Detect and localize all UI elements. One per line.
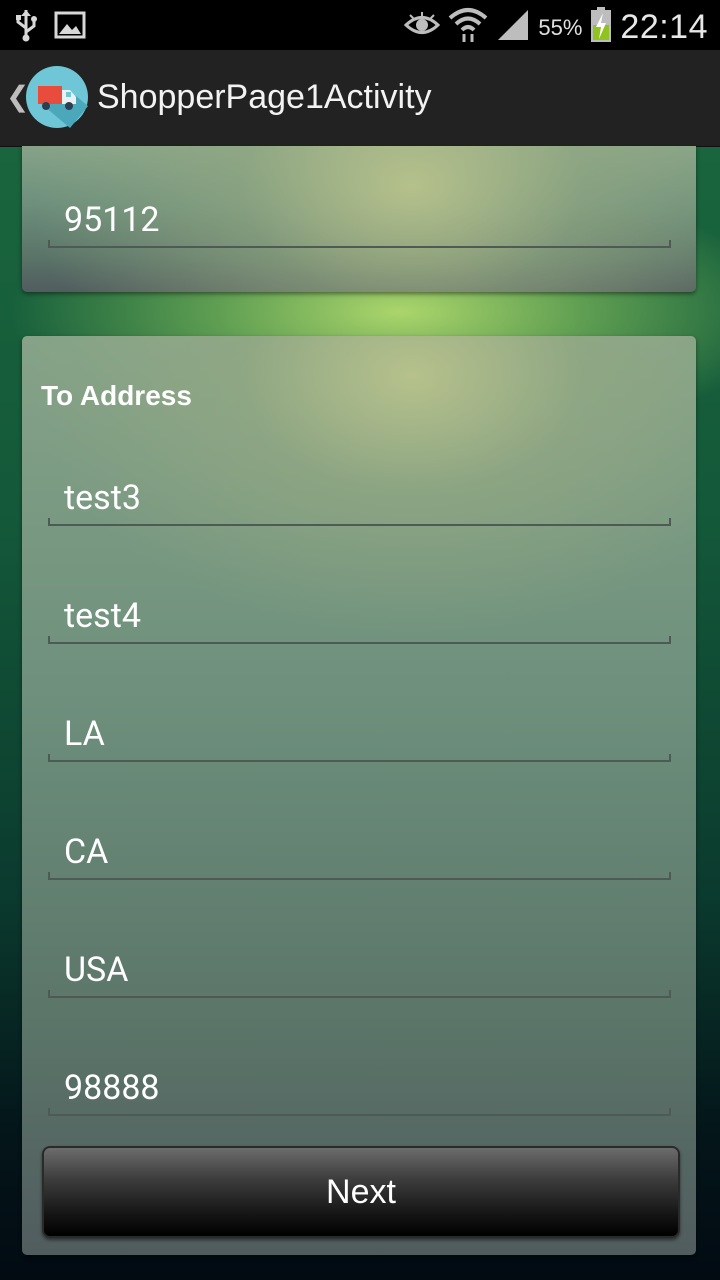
image-notification-icon [54,11,86,44]
action-bar: ❮ ShopperPage1Activity [0,50,720,147]
to-address-line2-field[interactable]: test4 [48,596,671,644]
to-zip-field[interactable]: 98888 [48,1068,671,1116]
zip-value: 95112 [64,200,160,240]
battery-charging-icon [590,7,612,48]
field-value: CA [64,832,109,872]
next-button[interactable]: Next [42,1146,680,1238]
next-button-label: Next [326,1172,396,1211]
field-value: test3 [64,478,141,518]
field-value: test4 [64,596,141,636]
wifi-icon [448,6,488,49]
from-address-card: 95112 [22,146,696,292]
field-value: 98888 [64,1068,160,1108]
delivery-truck-icon[interactable] [26,66,88,128]
to-country-field[interactable]: USA [48,950,671,998]
to-city-field[interactable]: LA [48,714,671,762]
zip-field[interactable]: 95112 [48,200,671,248]
field-value: LA [64,714,105,754]
field-value: USA [64,950,129,990]
page-title: ShopperPage1Activity [97,78,432,116]
to-address-card: To Address test3 test4 LA CA USA 98888 N… [22,336,696,1255]
status-bar: 55% 22:14 [0,0,720,50]
to-address-title: To Address [41,380,192,411]
to-address-line1-field[interactable]: test3 [48,478,671,526]
battery-percent: 55% [538,14,583,40]
signal-icon [496,8,530,47]
clock: 22:14 [620,8,708,46]
usb-icon [14,8,38,47]
eye-icon [404,12,441,43]
to-state-field[interactable]: CA [48,832,671,880]
